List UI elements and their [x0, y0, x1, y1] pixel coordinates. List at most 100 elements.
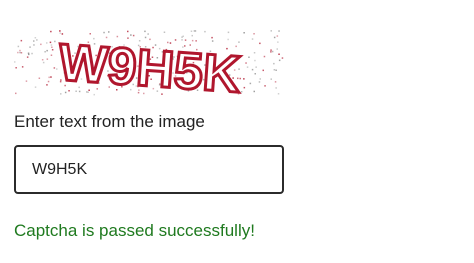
- captcha-noise-dot: [147, 33, 149, 35]
- captcha-noise-dot: [253, 52, 256, 54]
- captcha-noise-dot: [59, 30, 61, 32]
- captcha-noise-dot: [42, 61, 45, 64]
- captcha-noise-dot: [277, 41, 279, 43]
- captcha-noise-dot: [275, 69, 277, 71]
- captcha-noise-dot: [50, 76, 52, 78]
- captcha-noise-dot: [53, 67, 56, 69]
- captcha-noise-dot: [181, 39, 183, 41]
- captcha-noise-dot: [31, 52, 33, 55]
- captcha-noise-dot: [33, 44, 35, 46]
- captcha-noise-dot: [195, 40, 197, 42]
- captcha-noise-dot: [258, 81, 261, 83]
- captcha-noise-dot: [14, 61, 16, 63]
- captcha-noise-dot: [27, 52, 30, 54]
- captcha-noise-dot: [211, 40, 214, 42]
- captcha-noise-dot: [26, 56, 29, 58]
- captcha-noise-dot: [17, 45, 20, 48]
- captcha-noise-dot: [263, 55, 266, 58]
- captcha-noise-dot: [204, 30, 206, 33]
- captcha-noise-dot: [15, 92, 17, 95]
- captcha-noise-dot: [29, 46, 31, 48]
- captcha-noise-dot: [276, 48, 278, 50]
- captcha-noise-dot: [251, 38, 254, 40]
- captcha-noise-dot: [227, 38, 229, 41]
- captcha-noise-dot: [259, 78, 261, 80]
- captcha-noise-dot: [274, 81, 277, 83]
- captcha-noise-dot: [181, 36, 183, 38]
- captcha-noise-dot: [264, 85, 266, 87]
- captcha-noise-dot: [46, 42, 48, 44]
- captcha-noise-dot: [174, 39, 177, 41]
- captcha-noise-dot: [227, 31, 230, 34]
- captcha-noise-dot: [246, 66, 249, 68]
- captcha-noise-dot: [56, 68, 58, 70]
- captcha-noise-dot: [46, 84, 48, 86]
- captcha-noise-dot: [278, 30, 280, 32]
- captcha-noise-dot: [46, 49, 48, 52]
- captcha-noise-dot: [46, 58, 49, 60]
- captcha-noise-dot: [132, 34, 135, 37]
- captcha-noise-dot: [41, 59, 44, 61]
- captcha-noise-dot: [249, 82, 252, 85]
- captcha-noise-dot: [48, 76, 50, 79]
- captcha-noise-dot: [240, 91, 243, 93]
- captcha-noise-dot: [33, 40, 35, 42]
- captcha-noise-dot: [276, 35, 279, 37]
- captcha-noise-dot: [270, 49, 272, 51]
- captcha-noise-dot: [44, 51, 46, 53]
- captcha-noise-dot: [130, 34, 132, 36]
- captcha-noise-dot: [19, 49, 21, 52]
- captcha-noise-dot: [184, 39, 187, 41]
- captcha-noise-dot: [34, 37, 37, 39]
- captcha-noise-dot: [51, 46, 53, 48]
- captcha-noise-dot: [20, 52, 23, 54]
- captcha-prompt-label: Enter text from the image: [14, 112, 205, 131]
- captcha-noise-dot: [51, 49, 54, 51]
- captcha-noise-dot: [254, 59, 256, 62]
- captcha-noise-dot: [36, 39, 38, 41]
- captcha-noise-dot: [271, 50, 274, 53]
- captcha-noise-dot: [245, 62, 247, 64]
- captcha-answer-input[interactable]: [14, 145, 284, 194]
- captcha-noise-dot: [253, 33, 255, 35]
- captcha-noise-dot: [273, 69, 276, 71]
- captcha-noise-dot: [103, 31, 105, 34]
- captcha-image: W9H5K: [14, 30, 286, 96]
- captcha-noise-dot: [243, 78, 245, 80]
- captcha-noise-dot: [191, 39, 194, 42]
- captcha-noise-dot: [253, 90, 255, 93]
- captcha-noise-dot: [277, 93, 280, 95]
- captcha-noise-dot: [49, 41, 52, 44]
- captcha-image-canvas: W9H5K: [14, 30, 286, 96]
- captcha-noise-dot: [211, 36, 213, 39]
- captcha-noise-dot: [273, 36, 276, 39]
- captcha-noise-dot: [251, 68, 254, 71]
- captcha-noise-dot: [191, 34, 193, 37]
- captcha-noise-dot: [54, 40, 56, 43]
- captcha-noise-dot: [248, 56, 250, 58]
- captcha-noise-dot: [273, 62, 275, 65]
- captcha-noise-dot: [40, 43, 42, 46]
- captcha-noise-dot: [15, 67, 17, 69]
- captcha-noise-dot: [89, 33, 91, 35]
- captcha-noise-dot: [190, 30, 193, 32]
- captcha-noise-dot: [50, 44, 53, 46]
- captcha-status-message: Captcha is passed successfully!: [14, 221, 255, 240]
- captcha-noise-dot: [34, 86, 37, 88]
- captcha-noise-dot: [47, 80, 50, 83]
- captcha-noise-dot: [275, 87, 277, 89]
- captcha-noise-dot: [108, 31, 110, 33]
- captcha-noise-dot: [17, 51, 19, 54]
- captcha-noise-dot: [144, 36, 147, 39]
- captcha-noise-dot: [270, 78, 272, 80]
- captcha-noise-dot: [20, 39, 23, 42]
- captcha-noise-dot: [38, 77, 41, 79]
- captcha-noise-dot: [278, 53, 280, 55]
- captcha-noise-dot: [281, 57, 284, 59]
- captcha-noise-dot: [278, 59, 281, 62]
- captcha-noise-dot: [270, 30, 272, 32]
- captcha-noise-dot: [243, 86, 246, 89]
- captcha-noise-dot: [50, 30, 52, 33]
- captcha-noise-dot: [193, 30, 196, 32]
- captcha-noise-dot: [163, 31, 166, 33]
